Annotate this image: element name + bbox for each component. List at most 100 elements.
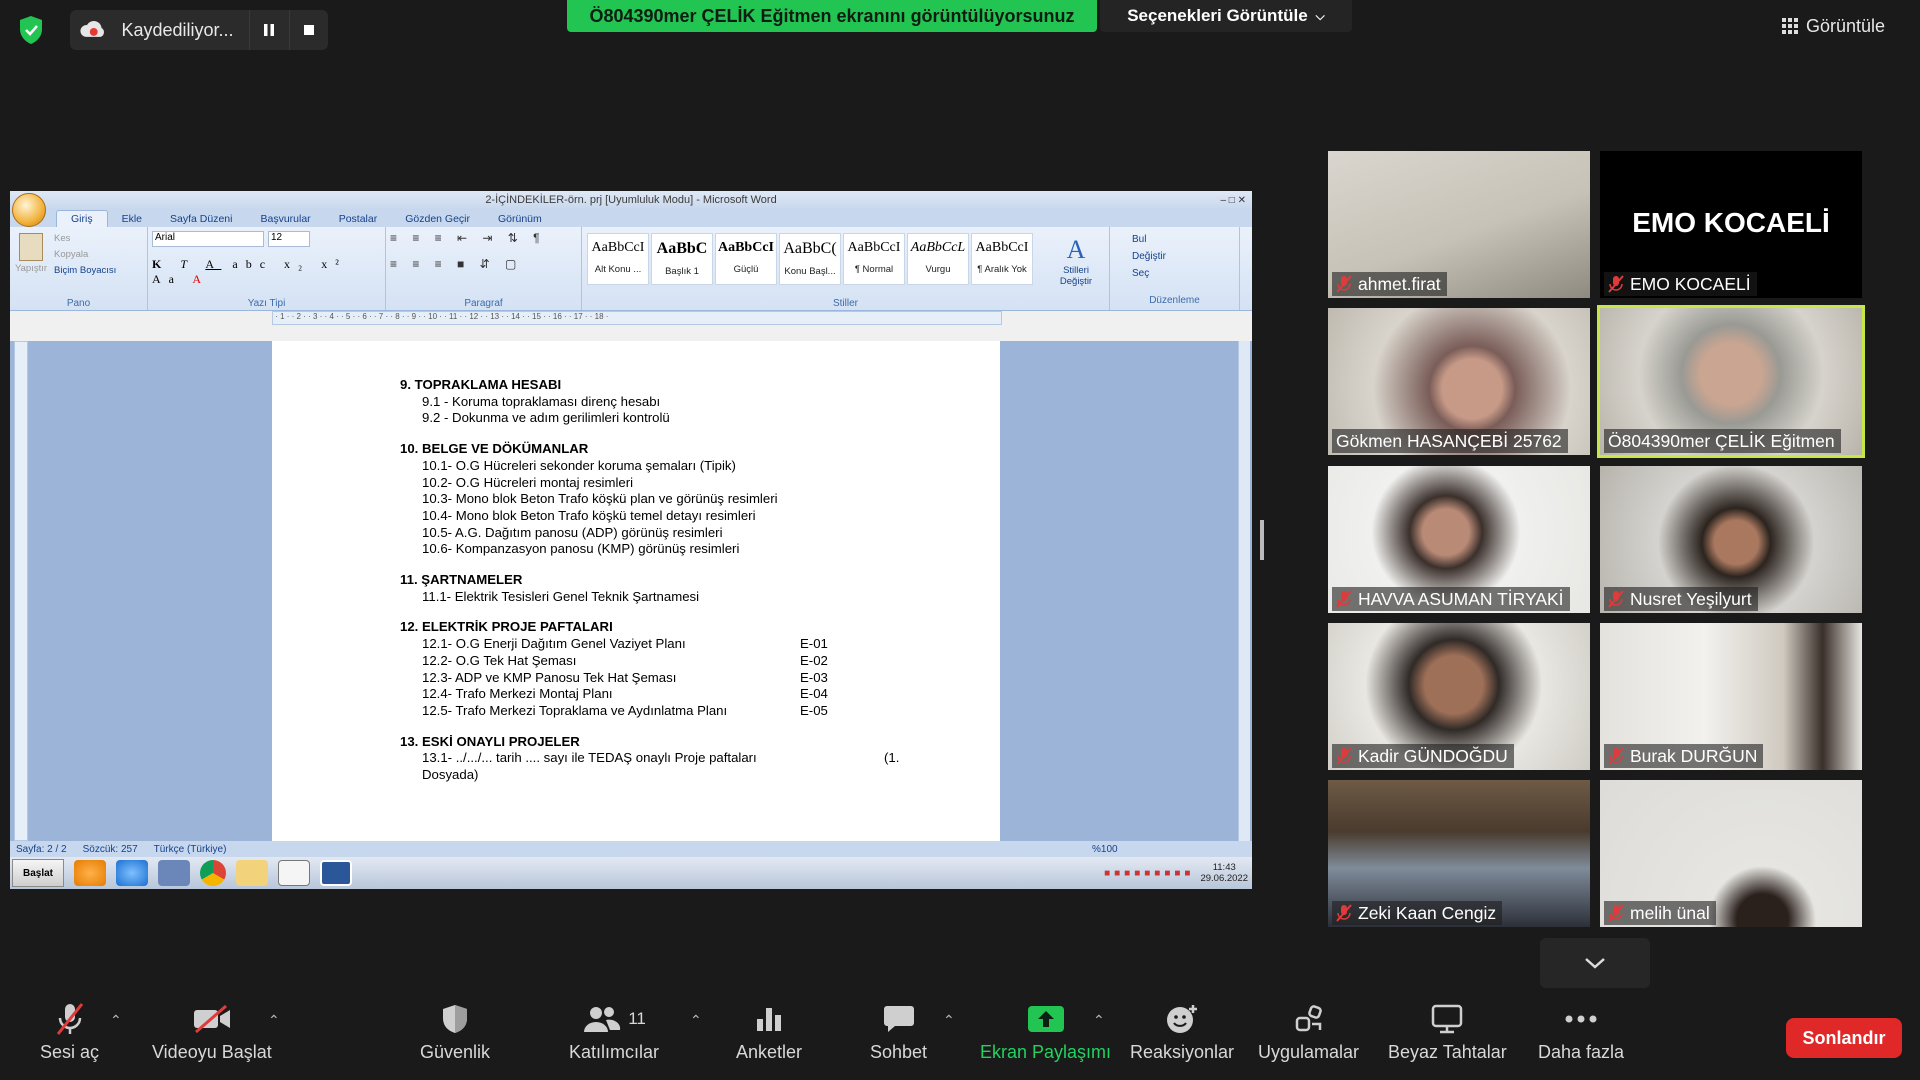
participant-name-tag: Kadir GÜNDOĞDU — [1332, 744, 1514, 768]
cut-button[interactable]: Kes — [54, 231, 116, 247]
start-button[interactable]: Başlat — [12, 859, 64, 887]
format-painter-button[interactable]: Biçim Boyacısı — [54, 263, 116, 279]
font-name-select[interactable]: Arial — [152, 231, 264, 247]
app-window-icon[interactable] — [278, 860, 310, 886]
view-button[interactable]: Görüntüle — [1782, 10, 1902, 42]
style-sample: AaBbCcI — [847, 240, 901, 255]
style-strong[interactable]: AaBbCcI Güçlü — [715, 233, 777, 285]
style-sample: AaBbCcI — [591, 240, 645, 255]
tray-icons[interactable]: ■■■■■■■■■ — [1104, 868, 1194, 879]
list-buttons[interactable]: ≡ ≡ ≡ ⇤ ⇥ ⇅ ¶ — [390, 231, 577, 245]
chat-button[interactable]: Sohbet — [870, 1002, 927, 1063]
copy-button[interactable]: Kopyala — [54, 247, 116, 263]
start-video-button[interactable]: Videoyu Başlat — [152, 1002, 272, 1063]
clock[interactable]: 11:43 29.06.2022 — [1200, 862, 1248, 884]
video-options-caret[interactable]: ⌃ — [268, 1012, 280, 1029]
participant-tile[interactable]: ahmet.firat — [1328, 151, 1590, 298]
polls-button[interactable]: Anketler — [736, 1002, 802, 1063]
internet-explorer-icon[interactable] — [116, 860, 148, 886]
network-icon[interactable] — [158, 860, 190, 886]
resize-splitter[interactable] — [1260, 520, 1264, 560]
view-options-button[interactable]: Seçenekleri Görüntüle ⌵ — [1100, 0, 1352, 32]
style-no-spacing[interactable]: AaBbCcI ¶ Aralık Yok — [971, 233, 1033, 285]
participant-tile[interactable]: EMO KOCAELİ EMO KOCAELİ — [1600, 151, 1862, 298]
more-button[interactable]: Daha fazla — [1538, 1002, 1624, 1063]
align-buttons[interactable]: ≡ ≡ ≡ ■ ⇵ ▢ — [390, 257, 577, 271]
word-window-title: 2-İÇİNDEKİLER-örn. prj [Uyumluluk Modu] … — [485, 194, 777, 206]
share-options-caret[interactable]: ⌃ — [1093, 1012, 1105, 1029]
chrome-icon[interactable] — [200, 860, 226, 886]
font-format-buttons[interactable]: K T A abc x₂ x² Aa A — [152, 257, 381, 287]
apps-button[interactable]: Uygulamalar — [1258, 1002, 1359, 1063]
participant-tile-active-speaker[interactable]: Ö804390mer ÇELİK Eğitmen — [1597, 305, 1865, 458]
document-page[interactable]: 9. TOPRAKLAMA HESABI 9.1 - Koruma toprak… — [272, 341, 1000, 841]
system-tray: ■■■■■■■■■ 11:43 29.06.2022 — [1104, 859, 1248, 887]
participant-name-tag: Nusret Yeşilyurt — [1604, 587, 1758, 611]
item-code: E-05 — [800, 702, 828, 718]
folder-icon[interactable] — [236, 860, 268, 886]
window-controls[interactable]: – □ ✕ — [1220, 195, 1246, 206]
vertical-scrollbar[interactable] — [1238, 341, 1250, 841]
share-screen-button[interactable]: Ekran Paylaşımı — [980, 1002, 1111, 1063]
word-taskbar-icon[interactable] — [320, 860, 352, 886]
clipboard-group-label: Pano — [66, 298, 91, 309]
muted-mic-icon — [1608, 590, 1624, 608]
page-indicator[interactable]: Sayfa: 2 / 2 — [16, 844, 67, 855]
unmute-button[interactable]: Sesi aç — [40, 1002, 99, 1063]
tab-insert[interactable]: Ekle — [108, 211, 156, 227]
zoom-level[interactable]: %100 — [1092, 844, 1118, 855]
word-count[interactable]: Sözcük: 257 — [83, 844, 138, 855]
find-button[interactable]: Bul — [1114, 231, 1235, 248]
office-button[interactable] — [12, 193, 46, 227]
paste-button[interactable]: Yapıştır — [14, 231, 48, 279]
participants-button[interactable]: 11 Katılımcılar — [569, 1002, 659, 1063]
tab-view[interactable]: Görünüm — [484, 211, 556, 227]
list-item: 10.6- Kompanzasyon panosu (KMP) görünüş … — [422, 541, 740, 557]
participant-tile[interactable]: HAVVA ASUMAN TİRYAKİ — [1328, 466, 1590, 613]
style-name: Alt Konu ... — [594, 264, 642, 275]
tab-references[interactable]: Başvurular — [246, 211, 324, 227]
change-styles-button[interactable]: A Stilleri Değiştir — [1048, 235, 1104, 287]
pause-recording-button[interactable] — [249, 10, 288, 50]
tab-mailings[interactable]: Postalar — [325, 211, 392, 227]
reactions-button[interactable]: Reaksiyonlar — [1130, 1002, 1234, 1063]
media-player-icon[interactable] — [74, 860, 106, 886]
participants-options-caret[interactable]: ⌃ — [690, 1012, 702, 1029]
shield-check-icon[interactable] — [18, 15, 44, 45]
vertical-ruler[interactable] — [14, 341, 28, 841]
participant-tile[interactable]: melih ünal — [1600, 780, 1862, 927]
shared-screen[interactable]: 2-İÇİNDEKİLER-örn. prj [Uyumluluk Modu] … — [10, 191, 1252, 889]
editing-group-label: Düzenleme — [1149, 295, 1200, 306]
replace-button[interactable]: Değiştir — [1114, 248, 1235, 265]
list-item: 12.5- Trafo Merkezi Topraklama ve Aydınl… — [400, 703, 1000, 720]
style-title[interactable]: AaBbC(Konu Başl... — [779, 233, 841, 285]
participant-tile[interactable]: Nusret Yeşilyurt — [1600, 466, 1862, 613]
tab-home[interactable]: Giriş — [56, 210, 108, 227]
tab-page-layout[interactable]: Sayfa Düzeni — [156, 211, 246, 227]
chat-options-caret[interactable]: ⌃ — [943, 1012, 955, 1029]
item-tail: (1. — [884, 750, 900, 766]
font-size-select[interactable]: 12 — [268, 231, 310, 247]
tab-review[interactable]: Gözden Geçir — [391, 211, 484, 227]
style-subtitle[interactable]: AaBbCcI Alt Konu ... — [587, 233, 649, 285]
whiteboards-button[interactable]: Beyaz Tahtalar — [1388, 1002, 1507, 1063]
gallery-next-page-button[interactable] — [1540, 938, 1650, 988]
participant-tile[interactable]: Burak DURĞUN — [1600, 623, 1862, 770]
style-emphasis[interactable]: AaBbCcL Vurgu — [907, 233, 969, 285]
select-button[interactable]: Seç — [1114, 265, 1235, 282]
participant-tile[interactable]: Gökmen HASANÇEBİ 25762 — [1328, 308, 1590, 455]
top-bar: Kaydediliyor... Ö804390mer ÇELİK Eğitmen… — [0, 0, 1920, 60]
style-heading1[interactable]: AaBbC Başlık 1 — [651, 233, 713, 285]
muted-mic-icon — [1336, 904, 1352, 922]
participant-tile[interactable]: Kadir GÜNDOĞDU — [1328, 623, 1590, 770]
pause-icon — [264, 24, 275, 36]
audio-options-caret[interactable]: ⌃ — [110, 1012, 122, 1029]
end-meeting-button[interactable]: Sonlandır — [1786, 1018, 1902, 1058]
language-indicator[interactable]: Türkçe (Türkiye) — [154, 844, 227, 855]
participant-name-tag: Ö804390mer ÇELİK Eğitmen — [1604, 429, 1841, 453]
horizontal-ruler[interactable]: · 1 · · 2 · · 3 · · 4 · · 5 · · 6 · · 7 … — [272, 311, 1002, 325]
security-button[interactable]: Güvenlik — [420, 1002, 490, 1063]
style-normal[interactable]: AaBbCcI ¶ Normal — [843, 233, 905, 285]
participant-tile[interactable]: Zeki Kaan Cengiz — [1328, 780, 1590, 927]
stop-recording-button[interactable] — [288, 10, 328, 50]
